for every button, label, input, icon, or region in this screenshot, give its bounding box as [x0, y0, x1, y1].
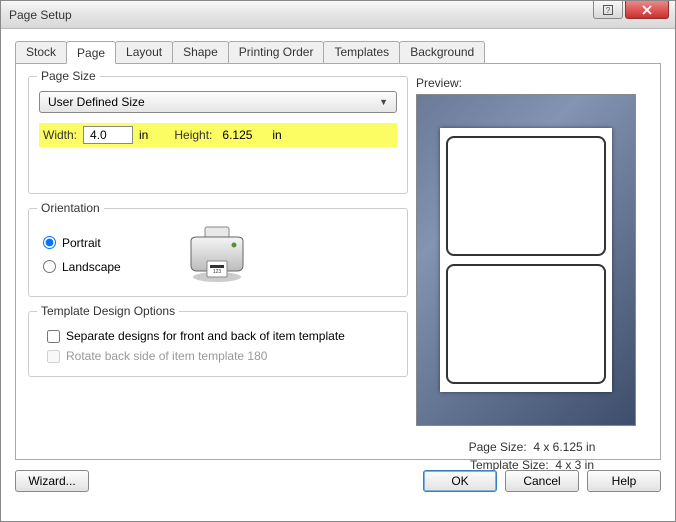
- preview-page-size-value: 4 x 6.125 in: [533, 440, 595, 454]
- rotate-back-label: Rotate back side of item template 180: [66, 349, 267, 363]
- separate-designs-label: Separate designs for front and back of i…: [66, 329, 345, 343]
- page-size-title: Page Size: [37, 69, 100, 83]
- height-unit: in: [272, 128, 281, 142]
- preview-label-top: [446, 136, 606, 256]
- chevron-down-icon: ▼: [379, 97, 388, 107]
- rotate-back-row: Rotate back side of item template 180: [39, 346, 397, 366]
- separate-designs-row[interactable]: Separate designs for front and back of i…: [39, 326, 397, 346]
- orientation-title: Orientation: [37, 201, 104, 215]
- preview-label-bottom: [446, 264, 606, 384]
- tab-shape[interactable]: Shape: [172, 41, 229, 63]
- width-label: Width:: [43, 128, 77, 142]
- tab-body: Page Size User Defined Size ▼ Width: in …: [15, 64, 661, 460]
- bottom-button-bar: Wizard... OK Cancel Help: [1, 470, 675, 504]
- wizard-button[interactable]: Wizard...: [15, 470, 89, 492]
- width-input[interactable]: [83, 126, 133, 144]
- svg-text:?: ?: [606, 6, 611, 15]
- portrait-radio[interactable]: [43, 236, 56, 249]
- printer-icon: 123: [181, 223, 253, 286]
- template-options-title: Template Design Options: [37, 304, 179, 318]
- page-size-select-value: User Defined Size: [48, 95, 379, 109]
- tab-layout[interactable]: Layout: [115, 41, 173, 63]
- portrait-radio-row[interactable]: Portrait: [43, 236, 121, 250]
- landscape-radio[interactable]: [43, 260, 56, 273]
- cancel-button[interactable]: Cancel: [505, 470, 579, 492]
- landscape-radio-row[interactable]: Landscape: [43, 260, 121, 274]
- window-title: Page Setup: [9, 8, 593, 22]
- help-button[interactable]: Help: [587, 470, 661, 492]
- ok-button[interactable]: OK: [423, 470, 497, 492]
- help-icon: ?: [602, 4, 614, 16]
- rotate-back-checkbox: [47, 350, 60, 363]
- preview-box: [416, 94, 636, 426]
- template-options-group: Template Design Options Separate designs…: [28, 311, 408, 377]
- tab-printing-order[interactable]: Printing Order: [228, 41, 325, 63]
- preview-info: Page Size: 4 x 6.125 in Template Size: 4…: [416, 440, 648, 472]
- titlebar-help-button[interactable]: ?: [593, 1, 623, 19]
- height-value[interactable]: 6.125: [218, 128, 266, 142]
- tab-page[interactable]: Page: [66, 41, 116, 64]
- tab-background[interactable]: Background: [399, 41, 485, 63]
- svg-text:123: 123: [213, 269, 222, 275]
- preview-label: Preview:: [416, 76, 648, 90]
- portrait-label: Portrait: [62, 236, 101, 250]
- titlebar: Page Setup ?: [1, 1, 675, 29]
- preview-page: [440, 128, 612, 392]
- dimensions-row: Width: in Height: 6.125 in: [39, 123, 397, 147]
- orientation-group: Orientation Portrait Landscape: [28, 208, 408, 297]
- page-size-group: Page Size User Defined Size ▼ Width: in …: [28, 76, 408, 194]
- tab-bar: Stock Page Layout Shape Printing Order T…: [15, 41, 661, 64]
- landscape-label: Landscape: [62, 260, 121, 274]
- close-icon: [642, 5, 652, 15]
- separate-designs-checkbox[interactable]: [47, 330, 60, 343]
- height-label: Height:: [174, 128, 212, 142]
- tab-templates[interactable]: Templates: [323, 41, 400, 63]
- close-button[interactable]: [625, 1, 669, 19]
- preview-page-size-label: Page Size:: [469, 440, 527, 454]
- page-size-select[interactable]: User Defined Size ▼: [39, 91, 397, 113]
- tab-stock[interactable]: Stock: [15, 41, 67, 63]
- width-unit: in: [139, 128, 148, 142]
